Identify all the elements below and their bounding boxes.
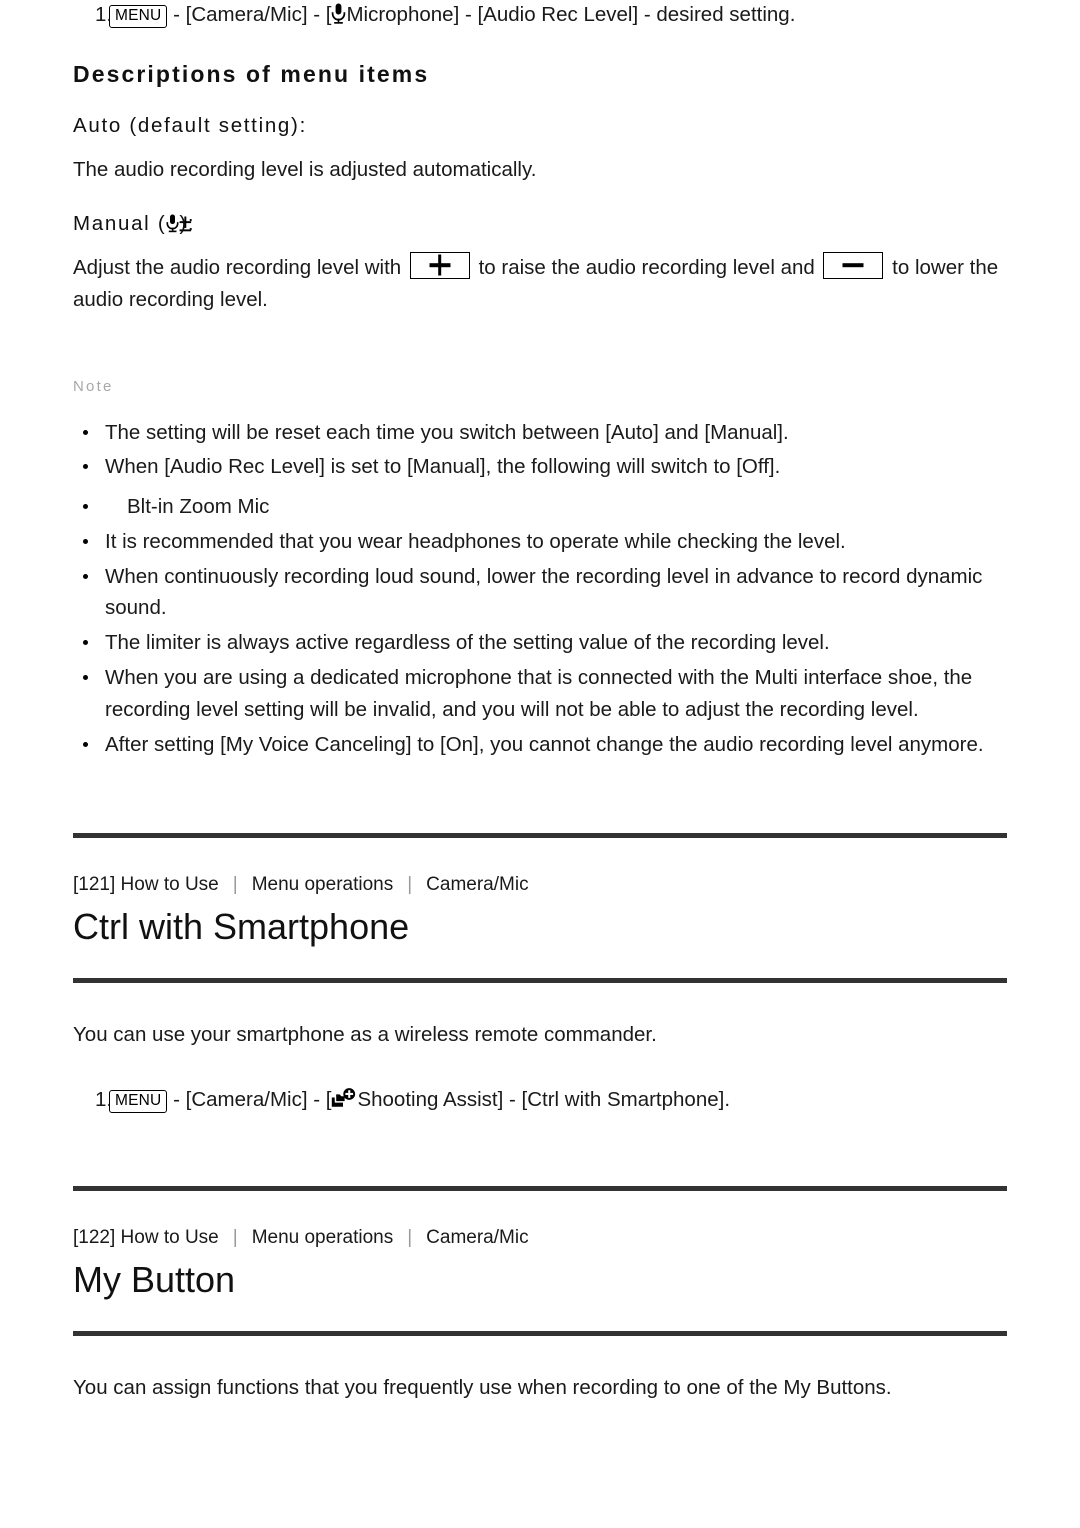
breadcrumb-separator: |: [232, 874, 238, 896]
step-item: 1. MENU - [Camera/Mic] - [ Shooting Assis…: [73, 1085, 1007, 1116]
list-item: After setting [My Voice Canceling] to [O…: [73, 729, 1007, 761]
minus-key-icon[interactable]: [823, 251, 884, 279]
note-subitem-text: Blt-in Zoom Mic: [127, 495, 270, 519]
menu-key-icon[interactable]: MENU: [109, 1090, 168, 1113]
article-audio-rec-level: 1. MENU - [Camera/Mic] - [ Microphone] - …: [73, 0, 1007, 760]
mic-plus-minus-icon: [166, 214, 192, 233]
breadcrumb-index: [121] How to Use: [73, 874, 219, 896]
list-item: The setting will be reset each time you …: [73, 417, 1007, 449]
note-text: When you are using a dedicated microphon…: [105, 666, 973, 721]
plus-bar-vertical: [438, 254, 442, 276]
step-text: MENU - [Camera/Mic] - [ Microphone] - [Au…: [109, 0, 1007, 31]
menu-key-icon[interactable]: MENU: [109, 5, 168, 28]
note-text: After setting [My Voice Canceling] to [O…: [105, 732, 984, 756]
minus-bar-horizontal: [842, 263, 864, 268]
auto-heading: Auto (default setting):: [73, 113, 307, 137]
article-intro: You can assign functions that you freque…: [73, 1375, 892, 1399]
list-item: When you are using a dedicated microphon…: [73, 662, 1007, 726]
note-text: The limiter is always active regardless …: [105, 631, 830, 655]
step-text-segment-2: Microphone] - [Audio Rec Level] - desire…: [346, 3, 796, 26]
document-page: 1. MENU - [Camera/Mic] - [ Microphone] - …: [0, 0, 1080, 1528]
breadcrumb-separator: |: [407, 1226, 413, 1248]
manual-heading-prefix: Manual (: [73, 211, 167, 235]
list-item: The limiter is always active regardless …: [73, 627, 1007, 659]
list-item: It is recommended that you wear headphon…: [73, 526, 1007, 558]
breadcrumb-separator: |: [232, 1226, 238, 1248]
article-ctrl-with-smartphone: [121] How to Use | Menu operations | Camera/…: [73, 874, 1007, 1116]
step-number: 1.: [95, 3, 113, 26]
note-text: It is recommended that you wear headphon…: [105, 529, 846, 553]
step-item: 1. MENU - [Camera/Mic] - [ Microphone] - …: [73, 0, 1007, 31]
manual-description: Adjust the audio recording level with to…: [73, 251, 1007, 316]
step-text-segment-2: Shooting Assist] - [Ctrl with Smartphone…: [357, 1088, 731, 1112]
note-text: The setting will be reset each time you …: [105, 420, 789, 444]
list-item: When continuously recording loud sound, …: [73, 561, 1007, 625]
note-list: The setting will be reset each time you …: [73, 417, 1007, 761]
divider-rule: [73, 1185, 1007, 1191]
breadcrumb-separator: |: [407, 874, 413, 896]
manual-heading: Manual ():: [73, 212, 1007, 236]
article-my-button: [122] How to Use | Menu operations | Camera/…: [73, 1227, 1007, 1404]
note-label: Note: [73, 377, 114, 395]
plus-key-icon[interactable]: [409, 251, 470, 279]
step-text-segment: - [Camera/Mic] - [: [167, 3, 332, 26]
step-number: 1.: [95, 1088, 113, 1112]
microphone-icon: [331, 3, 346, 24]
section-heading: Descriptions of menu items: [73, 60, 430, 87]
divider-rule: [73, 978, 1007, 984]
manual-text-part1: Adjust the audio recording level with: [73, 255, 407, 279]
divider-rule: [73, 1330, 1007, 1336]
auto-description: The audio recording level is adjusted au…: [73, 157, 537, 181]
shooting-assist-icon: [331, 1087, 357, 1111]
divider-rule: [73, 833, 1007, 839]
breadcrumb-level2[interactable]: Menu operations: [252, 874, 394, 895]
breadcrumb-level2[interactable]: Menu operations: [252, 1227, 394, 1248]
breadcrumb-level3[interactable]: Camera/Mic: [426, 874, 528, 895]
list-item: When [Audio Rec Level] is set to [Manual…: [73, 451, 1007, 483]
page-title: My Button: [73, 1258, 236, 1300]
note-subitem: Blt-in Zoom Mic: [73, 491, 1007, 523]
step-text: MENU - [Camera/Mic] - [ Shooting Assist] …: [109, 1085, 1007, 1116]
article-intro: You can use your smartphone as a wireles…: [73, 1023, 657, 1047]
step-text-segment: - [Camera/Mic] - [: [167, 1088, 332, 1112]
note-text: When continuously recording loud sound, …: [105, 564, 983, 620]
page-title: Ctrl with Smartphone: [73, 906, 410, 948]
breadcrumb-level3[interactable]: Camera/Mic: [426, 1227, 528, 1248]
breadcrumb-index: [122] How to Use: [73, 1226, 219, 1248]
manual-heading-suffix: ):: [179, 211, 196, 235]
note-text: When [Audio Rec Level] is set to [Manual…: [105, 455, 781, 479]
breadcrumb: [122] How to Use | Menu operations | Camera/…: [73, 1227, 1007, 1249]
manual-text-part2: to raise the audio recording level and: [472, 255, 821, 279]
breadcrumb: [121] How to Use | Menu operations | Camera/…: [73, 874, 1007, 896]
